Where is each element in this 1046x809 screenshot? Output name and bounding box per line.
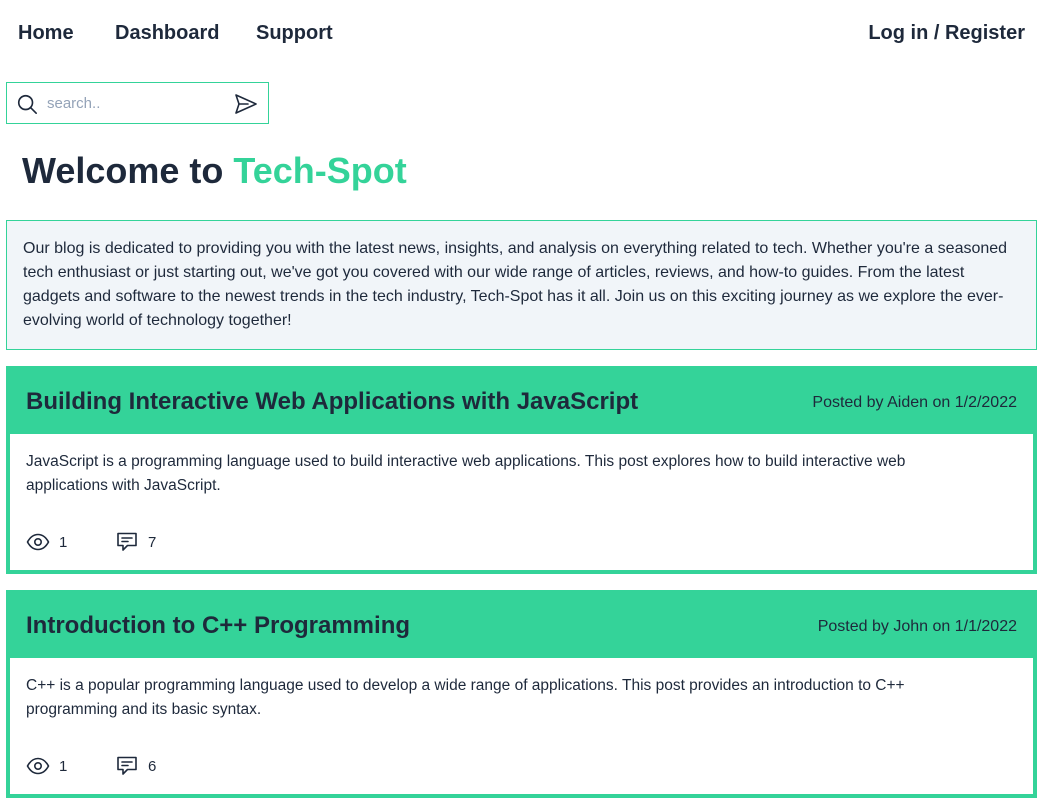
comment-icon bbox=[117, 756, 137, 775]
post-meta: Posted by John on 1/1/2022 bbox=[817, 618, 1017, 635]
comments-stat[interactable]: 7 bbox=[115, 530, 156, 554]
views-stat[interactable]: 1 bbox=[26, 530, 67, 554]
page-title: Welcome to Tech-Spot bbox=[22, 148, 407, 194]
post-meta: Posted by Aiden on 1/2/2022 bbox=[812, 394, 1017, 411]
views-count: 1 bbox=[59, 757, 68, 775]
comments-stat[interactable]: 6 bbox=[115, 754, 156, 778]
post-excerpt: JavaScript is a programming language use… bbox=[26, 453, 906, 494]
post-excerpt: C++ is a popular programming language us… bbox=[26, 677, 905, 718]
eye-icon bbox=[26, 533, 50, 551]
intro-panel: Our blog is dedicated to providing you w… bbox=[6, 220, 1037, 350]
comment-icon bbox=[117, 532, 137, 551]
post-header: Building Interactive Web Applications wi… bbox=[10, 366, 1033, 434]
top-nav: Home Dashboard Support Log in / Register bbox=[0, 0, 1046, 66]
search-icon bbox=[17, 94, 37, 114]
post-body: JavaScript is a programming language use… bbox=[10, 434, 1033, 570]
search-input[interactable] bbox=[47, 91, 222, 115]
eye-icon bbox=[26, 757, 50, 775]
post-card: Building Interactive Web Applications wi… bbox=[6, 366, 1037, 574]
post-header: Introduction to C++ Programming Posted b… bbox=[10, 590, 1033, 658]
send-icon[interactable] bbox=[234, 93, 258, 115]
post-card: Introduction to C++ Programming Posted b… bbox=[6, 590, 1037, 798]
post-title[interactable]: Building Interactive Web Applications wi… bbox=[26, 386, 638, 418]
comments-count: 6 bbox=[148, 757, 157, 775]
page-title-prefix: Welcome to bbox=[22, 150, 234, 191]
search-box bbox=[6, 82, 269, 124]
intro-text: Our blog is dedicated to providing you w… bbox=[23, 240, 1008, 329]
post-body: C++ is a popular programming language us… bbox=[10, 658, 1033, 794]
brand-name: Tech-Spot bbox=[233, 150, 407, 191]
nav-login-register-link[interactable]: Log in / Register bbox=[868, 20, 1025, 46]
nav-dashboard-link[interactable]: Dashboard bbox=[115, 20, 219, 46]
post-title[interactable]: Introduction to C++ Programming bbox=[26, 610, 410, 642]
nav-home-link[interactable]: Home bbox=[18, 20, 74, 46]
nav-support-link[interactable]: Support bbox=[256, 20, 333, 46]
views-count: 1 bbox=[59, 533, 68, 551]
comments-count: 7 bbox=[148, 533, 157, 551]
views-stat[interactable]: 1 bbox=[26, 754, 67, 778]
